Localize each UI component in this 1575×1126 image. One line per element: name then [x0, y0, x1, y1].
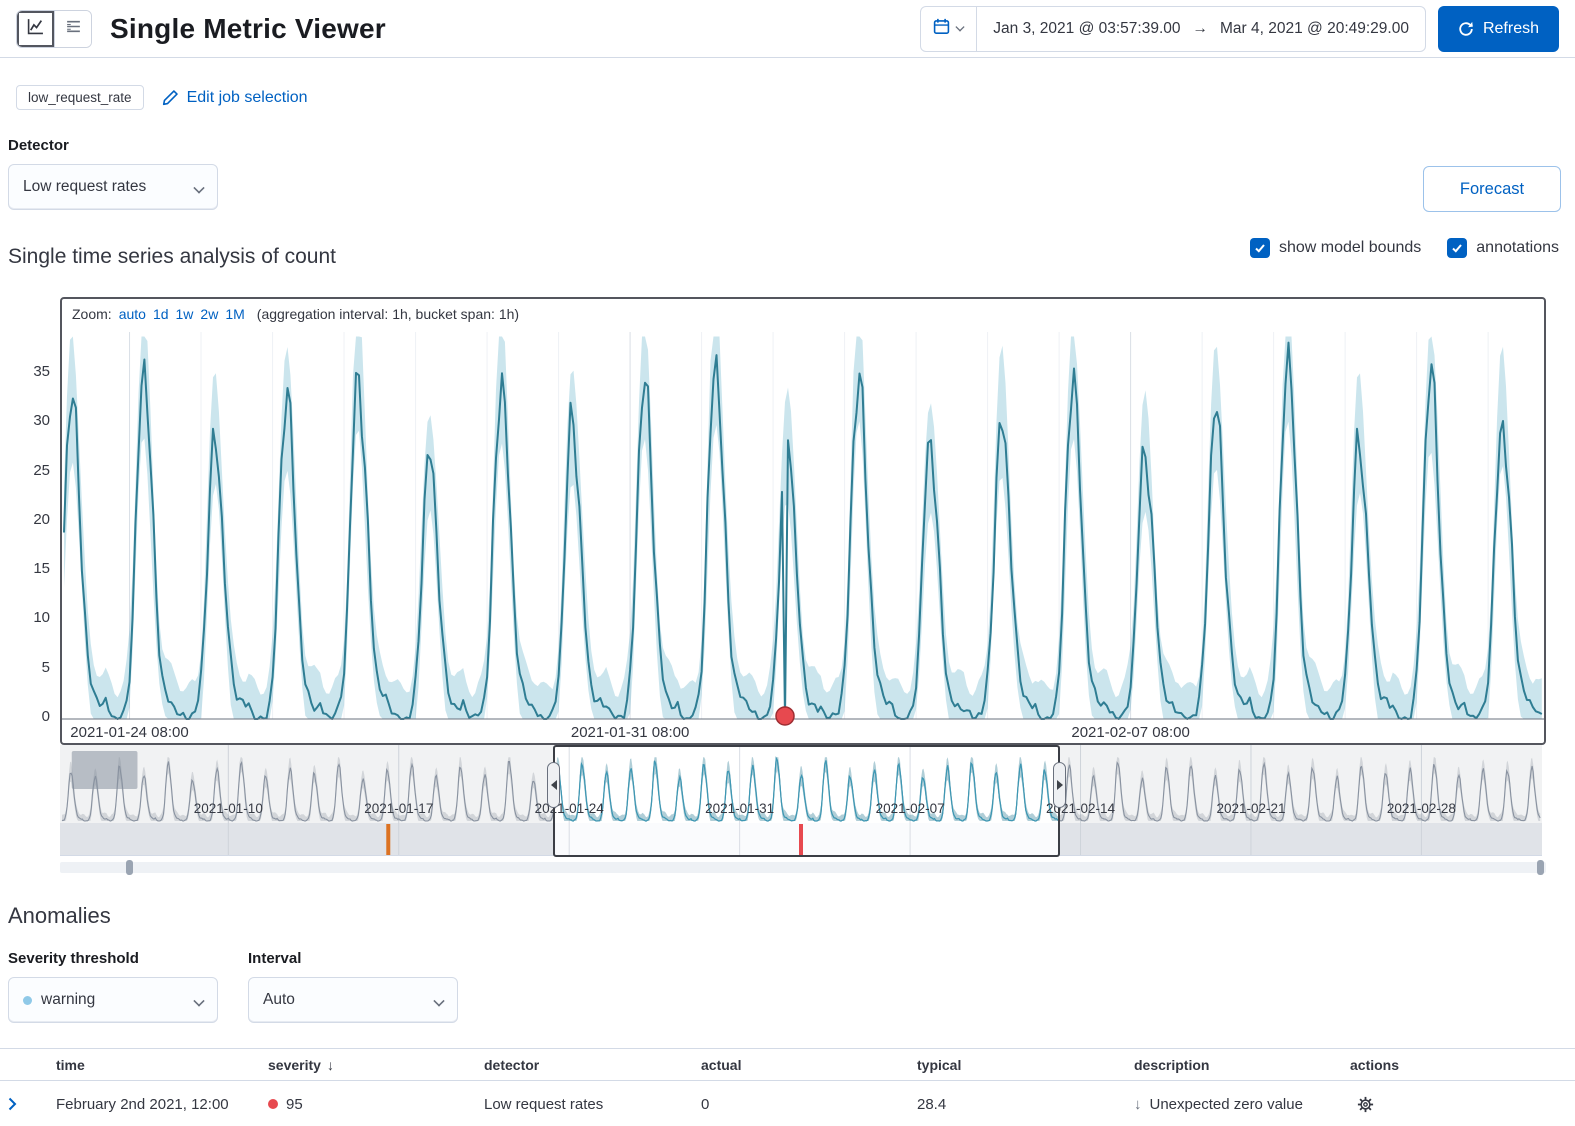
- forecast-button[interactable]: Forecast: [1423, 166, 1561, 212]
- triangle-left-icon: [551, 780, 557, 790]
- warning-severity-dot: [23, 996, 32, 1005]
- y-axis-tick-label: 25: [14, 462, 50, 479]
- zoom-label: Zoom:: [72, 306, 112, 322]
- arrow-right-icon: →: [1193, 20, 1209, 38]
- column-header-time[interactable]: time: [48, 1057, 260, 1073]
- triangle-right-icon: [1057, 780, 1063, 790]
- annotations-checkbox[interactable]: annotations: [1447, 238, 1559, 258]
- row-expand-button[interactable]: [0, 1097, 48, 1111]
- end-date-button[interactable]: Mar 4, 2021 @ 20:49:29.00: [1220, 20, 1409, 38]
- page-title: Single Metric Viewer: [110, 13, 386, 45]
- zoom-1w-link[interactable]: 1w: [176, 306, 194, 322]
- show-model-bounds-checkbox[interactable]: show model bounds: [1250, 238, 1421, 258]
- zoom-1M-link[interactable]: 1M: [225, 306, 244, 322]
- y-axis-tick-label: 35: [14, 363, 50, 380]
- refresh-button[interactable]: Refresh: [1438, 6, 1559, 52]
- brush-handle-right[interactable]: [1053, 762, 1066, 808]
- focus-chart-panel[interactable]: Zoom: auto 1d 1w 2w 1M (aggregation interval: …: [60, 297, 1546, 745]
- y-axis-tick-label: 30: [14, 412, 50, 429]
- anomalies-table-view-button[interactable]: [54, 11, 91, 47]
- focus-chart[interactable]: 2021-01-24 08:00 2021-01-31 08:00 2021-02-…: [62, 299, 1544, 743]
- anomaly-severity-cell: 95: [260, 1096, 476, 1113]
- checkbox-checked-icon: [1250, 238, 1270, 258]
- column-header-severity[interactable]: severity↓: [260, 1057, 476, 1073]
- zoom-controls: Zoom: auto 1d 1w 2w 1M (aggregation interval: …: [72, 306, 519, 322]
- scrollbar-handle-right[interactable]: [1537, 860, 1544, 875]
- y-axis-tick-label: 5: [14, 659, 50, 676]
- view-toggle-group: [16, 10, 92, 48]
- zoom-1d-link[interactable]: 1d: [153, 306, 169, 322]
- gear-icon: [1356, 1095, 1375, 1114]
- svg-text:2021-01-31: 2021-01-31: [705, 801, 774, 816]
- calendar-icon: [933, 18, 950, 39]
- single-metric-chart-view-button[interactable]: [17, 11, 54, 47]
- edit-job-selection-link[interactable]: Edit job selection: [162, 89, 308, 107]
- checkbox-checked-icon: [1447, 238, 1467, 258]
- chart-options: show model bounds annotations: [1250, 238, 1559, 258]
- anomaly-typical-cell: 28.4: [909, 1096, 1126, 1113]
- y-axis-tick-label: 15: [14, 560, 50, 577]
- chevron-down-icon: [193, 182, 204, 193]
- series-analysis-title: Single time series analysis of count: [8, 245, 336, 269]
- detector-select[interactable]: Low request rates: [8, 164, 218, 210]
- anomaly-detector-cell: Low request rates: [476, 1096, 693, 1113]
- svg-text:2021-01-31 08:00: 2021-01-31 08:00: [571, 724, 689, 741]
- column-header-description[interactable]: description: [1126, 1057, 1342, 1073]
- anomaly-table-row: February 2nd 2021, 12:00 95 Low request …: [0, 1081, 1575, 1126]
- anomaly-actual-cell: 0: [693, 1096, 909, 1113]
- svg-text:2021-02-07: 2021-02-07: [876, 801, 945, 816]
- brush-handle-left[interactable]: [547, 762, 560, 808]
- zoom-auto-link[interactable]: auto: [119, 306, 146, 322]
- anomalies-title: Anomalies: [8, 903, 111, 929]
- anomaly-tick: [799, 824, 803, 855]
- anomaly-time-cell: February 2nd 2021, 12:00: [48, 1096, 260, 1113]
- context-chart-panel[interactable]: 2021-01-102021-01-172021-01-242021-01-31…: [60, 745, 1546, 857]
- chevron-down-icon: [955, 22, 964, 31]
- scrollbar-handle-left[interactable]: [126, 860, 133, 875]
- interval-label: Interval: [248, 950, 301, 967]
- sort-descending-icon: ↓: [327, 1057, 334, 1073]
- context-chart[interactable]: 2021-01-102021-01-172021-01-242021-01-31…: [60, 745, 1542, 857]
- zoom-2w-link[interactable]: 2w: [200, 306, 218, 322]
- date-range-picker: Jan 3, 2021 @ 03:57:39.00 → Mar 4, 2021 …: [920, 6, 1426, 52]
- detector-label: Detector: [8, 137, 69, 154]
- y-axis-tick-label: 10: [14, 609, 50, 626]
- anomaly-description-cell: ↓Unexpected zero value: [1126, 1096, 1342, 1113]
- column-header-actions: actions: [1342, 1057, 1575, 1073]
- anomalies-table-header: time severity↓ detector actual typical d…: [0, 1048, 1575, 1081]
- chevron-down-icon: [433, 995, 444, 1006]
- chart-line-icon: [27, 18, 44, 39]
- metric-line: [64, 343, 1542, 719]
- row-actions-button[interactable]: [1348, 1095, 1575, 1114]
- job-selection-row: low_request_rate Edit job selection: [16, 85, 308, 110]
- column-header-actual[interactable]: actual: [693, 1057, 909, 1073]
- severity-threshold-select[interactable]: warning: [8, 977, 218, 1023]
- refresh-icon: [1458, 21, 1474, 37]
- y-axis-tick-label: 20: [14, 511, 50, 528]
- table-icon: [65, 18, 82, 39]
- svg-text:2021-01-24 08:00: 2021-01-24 08:00: [70, 724, 188, 741]
- y-axis-tick-label: 0: [14, 708, 50, 725]
- svg-text:2021-02-07 08:00: 2021-02-07 08:00: [1071, 724, 1189, 741]
- date-range-values: Jan 3, 2021 @ 03:57:39.00 → Mar 4, 2021 …: [977, 7, 1425, 51]
- job-id-badge: low_request_rate: [16, 85, 144, 110]
- interval-select[interactable]: Auto: [248, 977, 458, 1023]
- start-date-button[interactable]: Jan 3, 2021 @ 03:57:39.00: [993, 20, 1180, 38]
- quick-select-menu-button[interactable]: [921, 7, 977, 51]
- column-header-detector[interactable]: detector: [476, 1057, 693, 1073]
- critical-severity-dot: [268, 1099, 278, 1109]
- column-header-typical[interactable]: typical: [909, 1057, 1126, 1073]
- severity-threshold-label: Severity threshold: [8, 950, 139, 967]
- chevron-right-icon: [8, 1097, 17, 1111]
- context-scrollbar[interactable]: [60, 862, 1546, 873]
- arrow-down-icon: ↓: [1134, 1096, 1142, 1113]
- aggregation-note: (aggregation interval: 1h, bucket span: …: [257, 306, 519, 322]
- chevron-down-icon: [193, 995, 204, 1006]
- anomaly-marker: [776, 707, 794, 725]
- anomalies-table: time severity↓ detector actual typical d…: [0, 1048, 1575, 1126]
- pencil-icon: [162, 89, 179, 106]
- app-header: Single Metric Viewer Jan 3, 2021 @ 03:57…: [0, 0, 1575, 58]
